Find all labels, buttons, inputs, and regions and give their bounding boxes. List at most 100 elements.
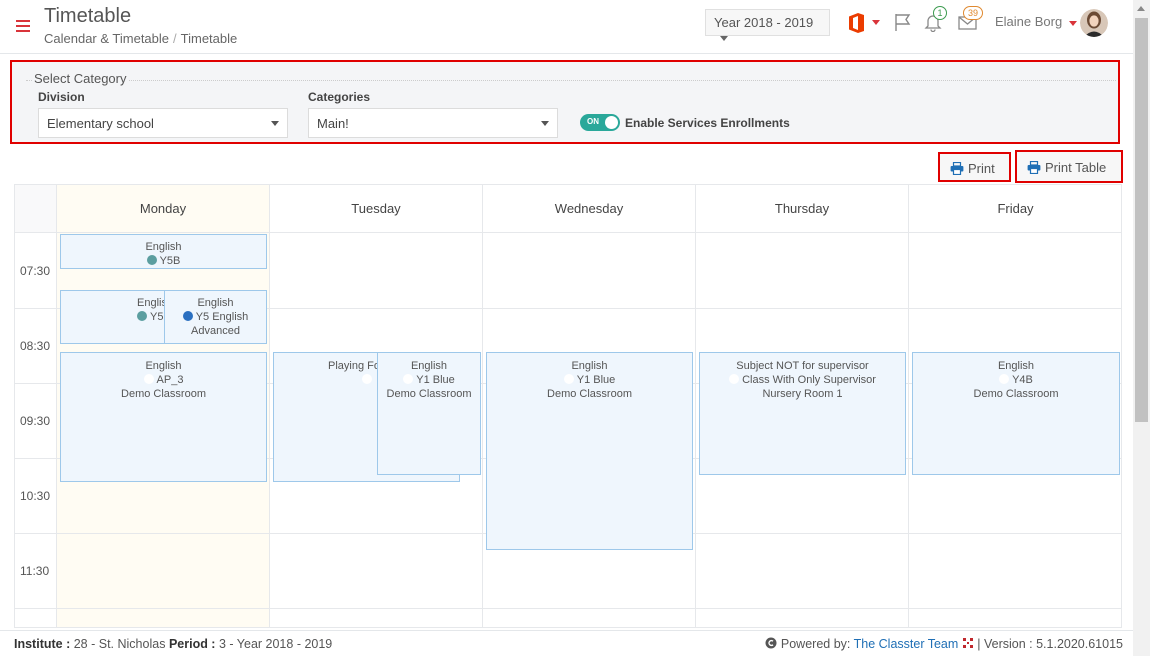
breadcrumb: Calendar & Timetable / Timetable — [44, 31, 238, 46]
scrollbar-thumb[interactable] — [1135, 18, 1148, 422]
group-dot-icon — [563, 374, 574, 384]
categories-select[interactable]: Main! — [308, 108, 558, 138]
categories-select-value: Main! — [317, 116, 349, 131]
event-subject: English — [197, 297, 234, 309]
event-subject: English — [571, 360, 608, 372]
services-enrollment-toggle[interactable]: ON — [580, 114, 620, 131]
day-header-friday[interactable]: Friday — [909, 185, 1121, 233]
group-dot-icon — [182, 311, 193, 321]
group-dot-icon — [146, 255, 157, 265]
year-selector[interactable]: Year 2018 - 2019 — [705, 9, 830, 42]
event-room: Demo Classroom — [973, 388, 1059, 400]
event-extra: Advanced — [191, 325, 240, 337]
time-label: 09:30 — [20, 414, 51, 428]
footer-credits: Powered by: The Classter Team | Version … — [765, 637, 1123, 651]
hour-gridline — [15, 608, 1121, 609]
event-room: Demo Classroom — [121, 388, 206, 400]
timetable-calendar: Monday Tuesday Wednesday Thursday Friday… — [14, 184, 1122, 628]
categories-chevron-icon — [541, 121, 549, 126]
division-label: Division — [38, 90, 85, 104]
classter-team-link[interactable]: The Classter Team — [854, 637, 959, 651]
fieldset-divider — [26, 80, 1116, 81]
event-group: Class With Only Supervisor — [700, 373, 905, 387]
day-header-monday[interactable]: Monday — [57, 185, 270, 233]
event-english-y5-advanced[interactable]: English Y5 English Advanced — [164, 290, 267, 344]
year-selector-value: Year 2018 - 2019 — [714, 15, 814, 30]
select-category-legend: Select Category — [32, 71, 129, 86]
printer-icon — [950, 161, 964, 176]
chevron-down-icon — [720, 36, 728, 42]
event-subject-not-for-supervisor[interactable]: Subject NOT for supervisor Class With On… — [699, 352, 906, 475]
toggle-state-text: ON — [587, 117, 599, 126]
toggle-knob — [605, 116, 618, 129]
avatar[interactable] — [1080, 9, 1108, 37]
day-header-thursday[interactable]: Thursday — [696, 185, 909, 233]
print-button[interactable]: Print — [938, 152, 1011, 182]
event-subject: Subject NOT for supervisor — [736, 360, 869, 372]
event-room: Demo Classroom — [547, 388, 632, 400]
event-english-y5b[interactable]: English Y5B — [60, 234, 267, 269]
top-header: Timetable Calendar & Timetable / Timetable… — [0, 0, 1133, 54]
day-header-tuesday[interactable]: Tuesday — [270, 185, 483, 233]
office-icon[interactable] — [846, 12, 866, 34]
division-select[interactable]: Elementary school — [38, 108, 288, 138]
day-header-wednesday[interactable]: Wednesday — [483, 185, 696, 233]
group-dot-icon — [362, 374, 372, 384]
footer: Institute : 28 - St. Nicholas Period : 3… — [0, 630, 1133, 656]
page-title: Timetable — [44, 5, 132, 27]
group-dot-icon — [403, 374, 414, 384]
event-english-y5[interactable]: English Y5 — [60, 290, 170, 344]
event-group: Y1 Blue — [487, 373, 692, 387]
printer-icon — [1027, 160, 1041, 175]
time-label: 10:30 — [20, 489, 51, 503]
services-enrollment-label: Enable Services Enrollments — [625, 116, 790, 130]
notification-badge: 1 — [933, 6, 947, 20]
event-subject: English — [145, 360, 182, 372]
time-label: 07:30 — [20, 264, 51, 278]
division-chevron-icon — [271, 121, 279, 126]
event-subject: English — [997, 360, 1035, 372]
group-dot-icon — [143, 374, 154, 384]
institute-value: 28 - St. Nicholas — [73, 637, 166, 651]
flag-icon[interactable] — [893, 12, 913, 32]
office-chevron-icon[interactable] — [872, 20, 880, 25]
event-group: Y5 English — [165, 310, 266, 324]
copyright-icon — [765, 637, 777, 649]
time-label: 11:30 — [20, 564, 50, 578]
mail-badge: 39 — [963, 6, 983, 20]
group-dot-icon — [137, 311, 147, 321]
event-english-y4b[interactable]: English Y4B Demo Classroom — [912, 352, 1120, 475]
time-label: 08:30 — [20, 339, 51, 353]
event-subject: English — [410, 360, 448, 372]
event-english-y1-blue-tue[interactable]: English Y1 Blue Demo Classroom — [377, 352, 481, 475]
powered-by-label: Powered by: — [780, 637, 851, 651]
version-text: | Version : 5.1.2020.61015 — [977, 637, 1123, 651]
institute-label: Institute : — [14, 637, 71, 651]
select-category-panel: Select Category Division Elementary scho… — [10, 60, 1120, 144]
time-gutter-header — [15, 185, 57, 233]
footer-institute-info: Institute : 28 - St. Nicholas Period : 3… — [14, 637, 332, 651]
classter-logo-icon — [962, 638, 973, 648]
group-dot-icon — [999, 374, 1010, 384]
event-group: Y4B — [913, 373, 1119, 387]
breadcrumb-item-timetable: Timetable — [180, 31, 238, 46]
print-table-button[interactable]: Print Table — [1015, 150, 1123, 183]
event-room: Nursery Room 1 — [762, 388, 843, 400]
event-group: Y5B — [61, 254, 266, 268]
print-table-button-label: Print Table — [1045, 160, 1107, 175]
event-group: Y1 Blue — [378, 373, 480, 387]
group-dot-icon — [729, 374, 740, 384]
categories-label: Categories — [308, 90, 371, 104]
breadcrumb-item-calendar[interactable]: Calendar & Timetable — [44, 31, 169, 46]
user-chevron-icon[interactable] — [1069, 21, 1077, 26]
period-value: 3 - Year 2018 - 2019 — [218, 637, 333, 651]
event-english-ap3[interactable]: English AP_3 Demo Classroom — [60, 352, 267, 482]
event-english-y1-blue-wed[interactable]: English Y1 Blue Demo Classroom — [486, 352, 693, 550]
event-group: AP_3 — [61, 373, 266, 387]
user-name[interactable]: Elaine Borg — [995, 14, 1062, 29]
event-subject: English — [145, 241, 182, 253]
print-button-label: Print — [968, 161, 995, 176]
menu-icon[interactable] — [16, 20, 30, 32]
scroll-up-arrow-icon[interactable] — [1137, 6, 1145, 11]
period-label: Period : — [168, 637, 216, 651]
